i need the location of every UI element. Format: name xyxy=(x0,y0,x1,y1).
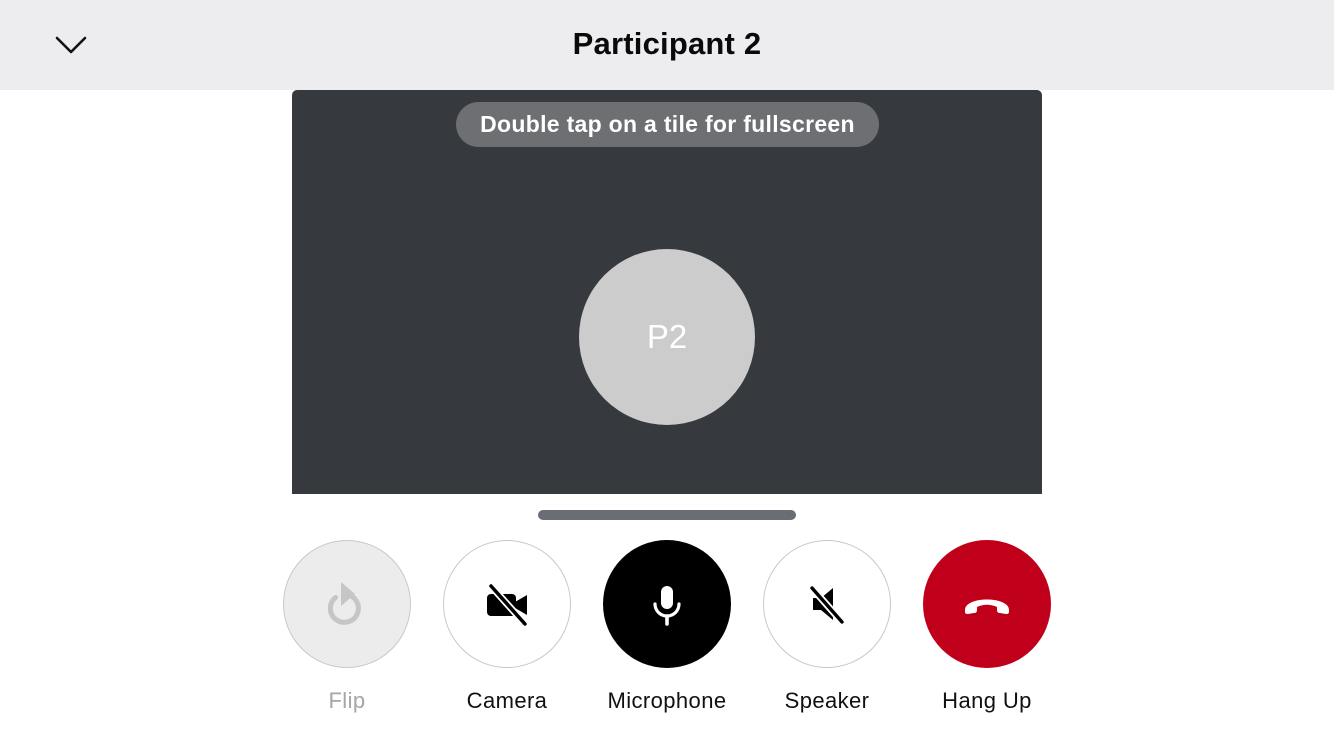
microphone-icon xyxy=(653,586,681,626)
camera-control: Camera xyxy=(427,540,587,714)
speaker-button[interactable] xyxy=(763,540,891,668)
speaker-label: Speaker xyxy=(784,688,870,713)
fullscreen-hint: Double tap on a tile for fullscreen xyxy=(456,102,879,147)
microphone-control: Microphone xyxy=(587,540,747,714)
hang-up-button[interactable] xyxy=(923,540,1051,668)
flip-control: Flip xyxy=(267,540,427,714)
flip-label: Flip xyxy=(328,688,366,713)
hang-up-label: Hang Up xyxy=(942,688,1032,713)
flip-button[interactable] xyxy=(283,540,411,668)
hangup-control: Hang Up xyxy=(907,540,1067,714)
microphone-label: Microphone xyxy=(607,688,727,713)
drag-handle[interactable] xyxy=(538,510,796,520)
avatar: P2 xyxy=(579,249,755,425)
hang-up-icon xyxy=(965,599,1009,614)
flip-camera-icon xyxy=(327,582,361,625)
header-bar: Participant 2 xyxy=(0,0,1334,90)
microphone-button[interactable] xyxy=(603,540,731,668)
call-controls: Flip Camera Microphone Speaker Hang Up xyxy=(0,540,1334,740)
camera-button[interactable] xyxy=(443,540,571,668)
page-title: Participant 2 xyxy=(572,26,762,61)
video-tile[interactable]: Double tap on a tile for fullscreen P2 xyxy=(292,90,1042,494)
speaker-muted-icon xyxy=(808,584,846,626)
video-off-icon xyxy=(487,582,529,628)
camera-label: Camera xyxy=(466,688,548,713)
speaker-control: Speaker xyxy=(747,540,907,714)
